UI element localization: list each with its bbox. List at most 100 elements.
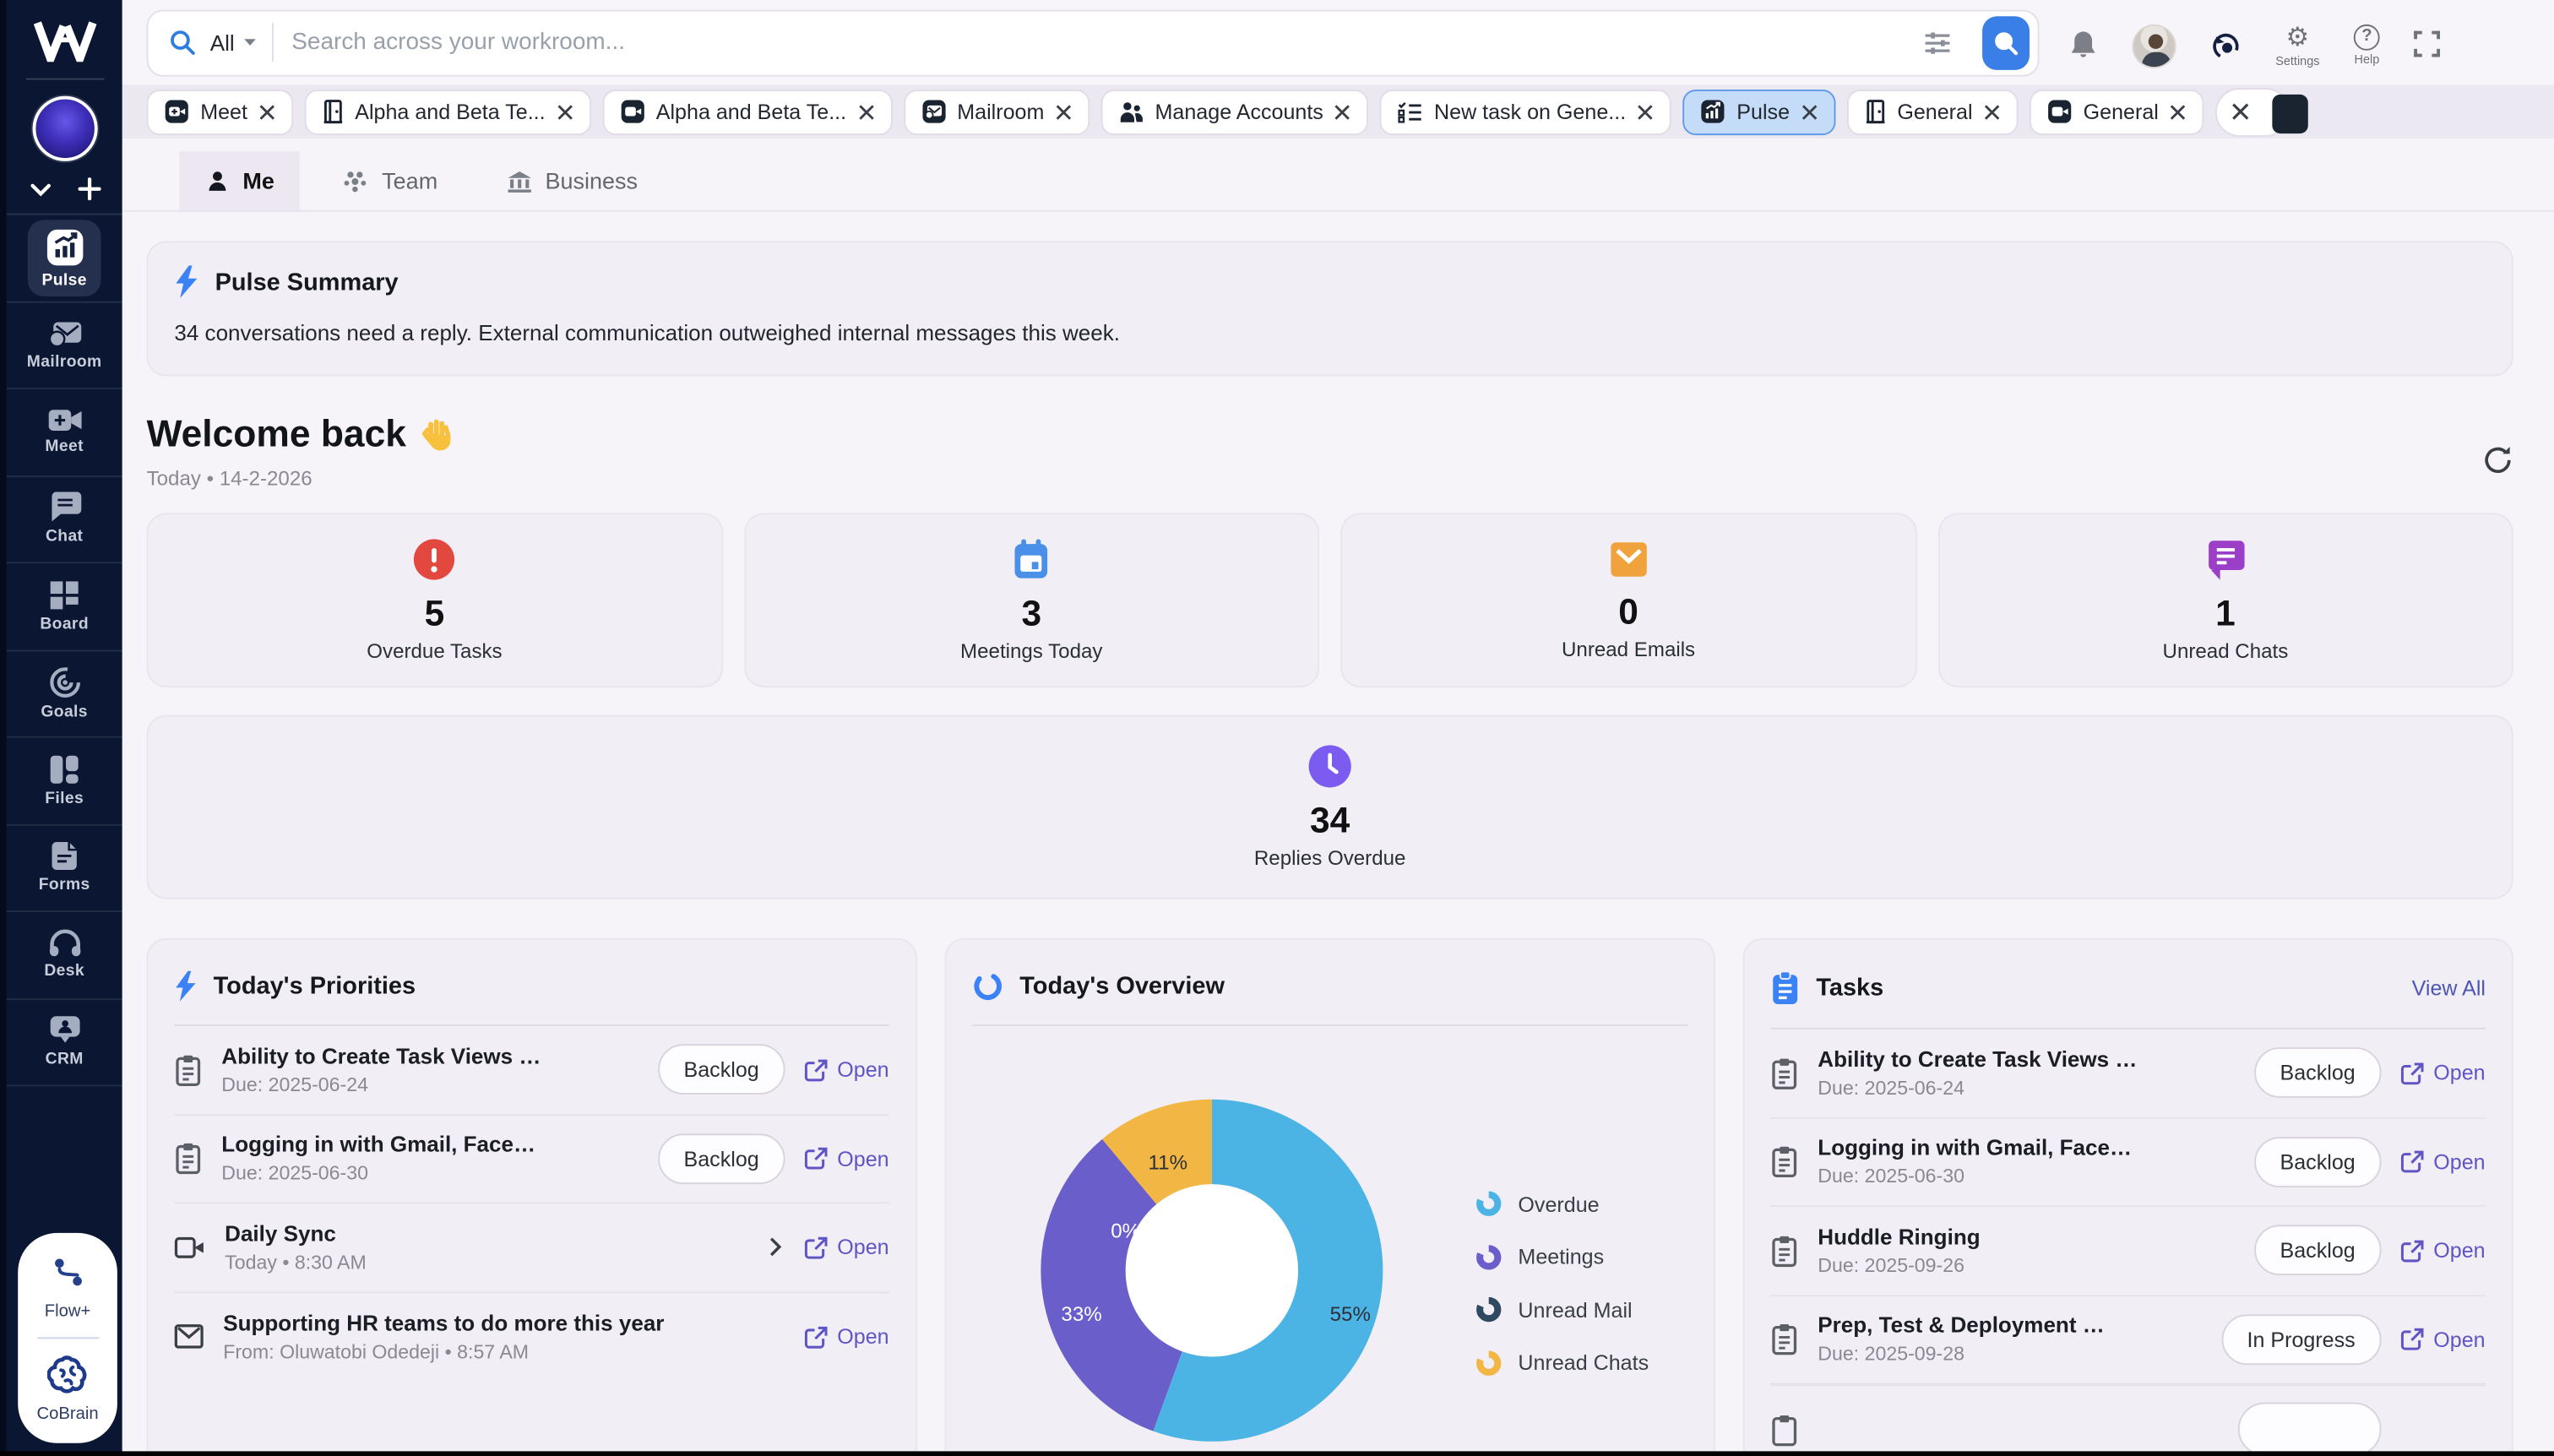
open-link[interactable]: Open xyxy=(2401,1327,2486,1351)
open-link[interactable]: Open xyxy=(805,1235,889,1259)
tab-team[interactable]: Team xyxy=(317,151,464,209)
files-icon xyxy=(49,753,80,785)
refresh-icon[interactable] xyxy=(2482,444,2513,475)
flow-icon[interactable] xyxy=(50,1256,85,1291)
donut-chart[interactable] xyxy=(1039,1098,1384,1443)
priority-row[interactable]: Ability to Create Task Views … Due: 2025… xyxy=(174,1026,889,1115)
sidebar-item-board[interactable]: Board xyxy=(7,563,122,650)
pulse-summary-card: Pulse Summary 34 conversations need a re… xyxy=(147,241,2513,376)
stat-unread-emails[interactable]: 0 Unread Emails xyxy=(1340,513,1916,687)
priority-row[interactable]: Logging in with Gmail, Face… Due: 2025-0… xyxy=(174,1115,889,1203)
app-window: Pulse Mailroom Meet Chat xyxy=(0,0,2554,1456)
external-link-icon xyxy=(805,1147,828,1170)
sidebar-item-mailroom[interactable]: Mailroom xyxy=(7,302,122,389)
legend-item[interactable]: Unread Chats xyxy=(1475,1346,1649,1379)
sidebar-item-meet[interactable]: Meet xyxy=(7,389,122,476)
chevron-right-icon[interactable] xyxy=(765,1236,785,1258)
task-row[interactable]: Logging in with Gmail, Face… Due: 2025-0… xyxy=(1770,1118,2486,1207)
open-link[interactable]: Open xyxy=(805,1057,889,1082)
close-icon[interactable] xyxy=(1638,103,1654,119)
open-link[interactable]: Open xyxy=(2401,1149,2486,1174)
status-badge[interactable]: In Progress xyxy=(2221,1314,2382,1365)
tab-general-1[interactable]: General xyxy=(1847,89,2019,134)
status-badge[interactable]: Backlog xyxy=(658,1045,785,1095)
close-icon[interactable] xyxy=(858,103,874,119)
stat-meetings-today[interactable]: 3 Meetings Today xyxy=(743,513,1319,687)
sidebar-item-pulse[interactable]: Pulse xyxy=(7,215,122,302)
replies-overdue-card[interactable]: 34 Replies Overdue xyxy=(147,715,2513,899)
open-link[interactable]: Open xyxy=(805,1146,889,1171)
close-icon[interactable] xyxy=(2170,103,2186,119)
notifications-bell-icon[interactable] xyxy=(2068,24,2098,59)
legend-item[interactable]: Meetings xyxy=(1475,1241,1649,1274)
task-row[interactable]: Prep, Test & Deployment … Due: 2025-09-2… xyxy=(1770,1296,2486,1384)
stat-value: 1 xyxy=(2215,595,2236,634)
search-submit-button[interactable] xyxy=(1982,15,2030,69)
settings-button[interactable]: ⚙ Settings xyxy=(2275,24,2319,68)
stat-value: 5 xyxy=(425,595,445,634)
close-icon[interactable] xyxy=(1056,103,1072,119)
sidebar-item-desk[interactable]: Desk xyxy=(7,912,122,999)
tab-me[interactable]: Me xyxy=(179,151,301,209)
legend-item[interactable]: Unread Mail xyxy=(1475,1293,1649,1326)
sidebar-item-crm[interactable]: CRM xyxy=(7,999,122,1086)
open-link[interactable]: Open xyxy=(2401,1238,2486,1263)
clipboard-icon xyxy=(1770,1057,1798,1089)
video-badge-icon xyxy=(620,100,644,124)
workspace-avatar[interactable] xyxy=(32,96,97,161)
priority-row[interactable]: Supporting HR teams to do more this year… xyxy=(174,1292,889,1381)
status-badge[interactable] xyxy=(2238,1403,2382,1456)
tab-partial[interactable] xyxy=(2215,87,2290,136)
tab-alpha-beta-1[interactable]: Alpha and Beta Te... xyxy=(304,89,590,134)
tab-manage-accounts[interactable]: Manage Accounts xyxy=(1101,89,1369,134)
task-row[interactable]: Huddle Ringing Due: 2025-09-26 Backlog O… xyxy=(1770,1207,2486,1296)
workroom-logo-icon xyxy=(30,0,99,75)
window-bottom-edge xyxy=(0,1451,2554,1456)
stat-unread-chats[interactable]: 1 Unread Chats xyxy=(1937,513,2513,687)
status-badge[interactable]: Backlog xyxy=(2254,1048,2382,1099)
priority-row[interactable]: Daily Sync Today • 8:30 AM Open xyxy=(174,1203,889,1292)
contact-card-icon xyxy=(48,1015,81,1046)
tab-new-task[interactable]: New task on Gene... xyxy=(1380,89,1671,134)
sidebar-item-goals[interactable]: Goals xyxy=(7,650,122,737)
add-workspace-icon[interactable] xyxy=(78,177,101,200)
fullscreen-icon[interactable] xyxy=(2414,24,2440,57)
cobrain-label[interactable]: CoBrain xyxy=(36,1404,98,1423)
history-sync-icon[interactable] xyxy=(2210,24,2242,61)
user-avatar[interactable] xyxy=(2132,24,2176,68)
open-link[interactable]: Open xyxy=(805,1324,889,1349)
sidebar-item-files[interactable]: Files xyxy=(7,738,122,825)
sidebar-item-forms[interactable]: Forms xyxy=(7,825,122,912)
stat-overdue-tasks[interactable]: 5 Overdue Tasks xyxy=(147,513,723,687)
search-input[interactable] xyxy=(288,28,1909,57)
flow-label[interactable]: Flow+ xyxy=(45,1301,91,1321)
close-icon[interactable] xyxy=(557,103,573,119)
help-button[interactable]: ? Help xyxy=(2354,24,2380,66)
chevron-down-icon[interactable] xyxy=(29,182,52,196)
close-icon[interactable] xyxy=(1334,103,1350,119)
status-badge[interactable]: Backlog xyxy=(2254,1225,2382,1276)
tab-mailroom[interactable]: Mailroom xyxy=(904,89,1090,134)
tab-meet[interactable]: Meet xyxy=(147,89,293,134)
tab-pulse[interactable]: Pulse xyxy=(1683,89,1835,134)
task-row[interactable]: Ability to Create Task Views … Due: 2025… xyxy=(1770,1030,2486,1118)
tab-business[interactable]: Business xyxy=(480,151,664,209)
close-icon[interactable] xyxy=(1984,103,2000,119)
legend-item[interactable]: Overdue xyxy=(1475,1187,1649,1220)
close-icon[interactable] xyxy=(258,103,274,119)
row-title: Huddle Ringing xyxy=(1818,1225,2234,1249)
filter-sliders-icon[interactable] xyxy=(1924,30,1952,55)
open-link[interactable]: Open xyxy=(2401,1061,2486,1085)
status-badge[interactable]: Backlog xyxy=(2254,1137,2382,1187)
pulse-icon xyxy=(45,228,84,267)
tab-general-2[interactable]: General xyxy=(2030,89,2204,134)
cobrain-brain-icon[interactable] xyxy=(46,1355,89,1394)
sidebar-item-chat[interactable]: Chat xyxy=(7,476,122,563)
search-scope-dropdown[interactable]: All xyxy=(210,30,258,55)
view-all-link[interactable]: View All xyxy=(2412,975,2486,1000)
task-row-partial[interactable] xyxy=(1770,1384,2486,1456)
close-icon[interactable] xyxy=(1801,103,1818,119)
close-icon[interactable] xyxy=(2232,102,2250,120)
status-badge[interactable]: Backlog xyxy=(658,1133,785,1184)
tab-alpha-beta-2[interactable]: Alpha and Beta Te... xyxy=(602,89,892,134)
